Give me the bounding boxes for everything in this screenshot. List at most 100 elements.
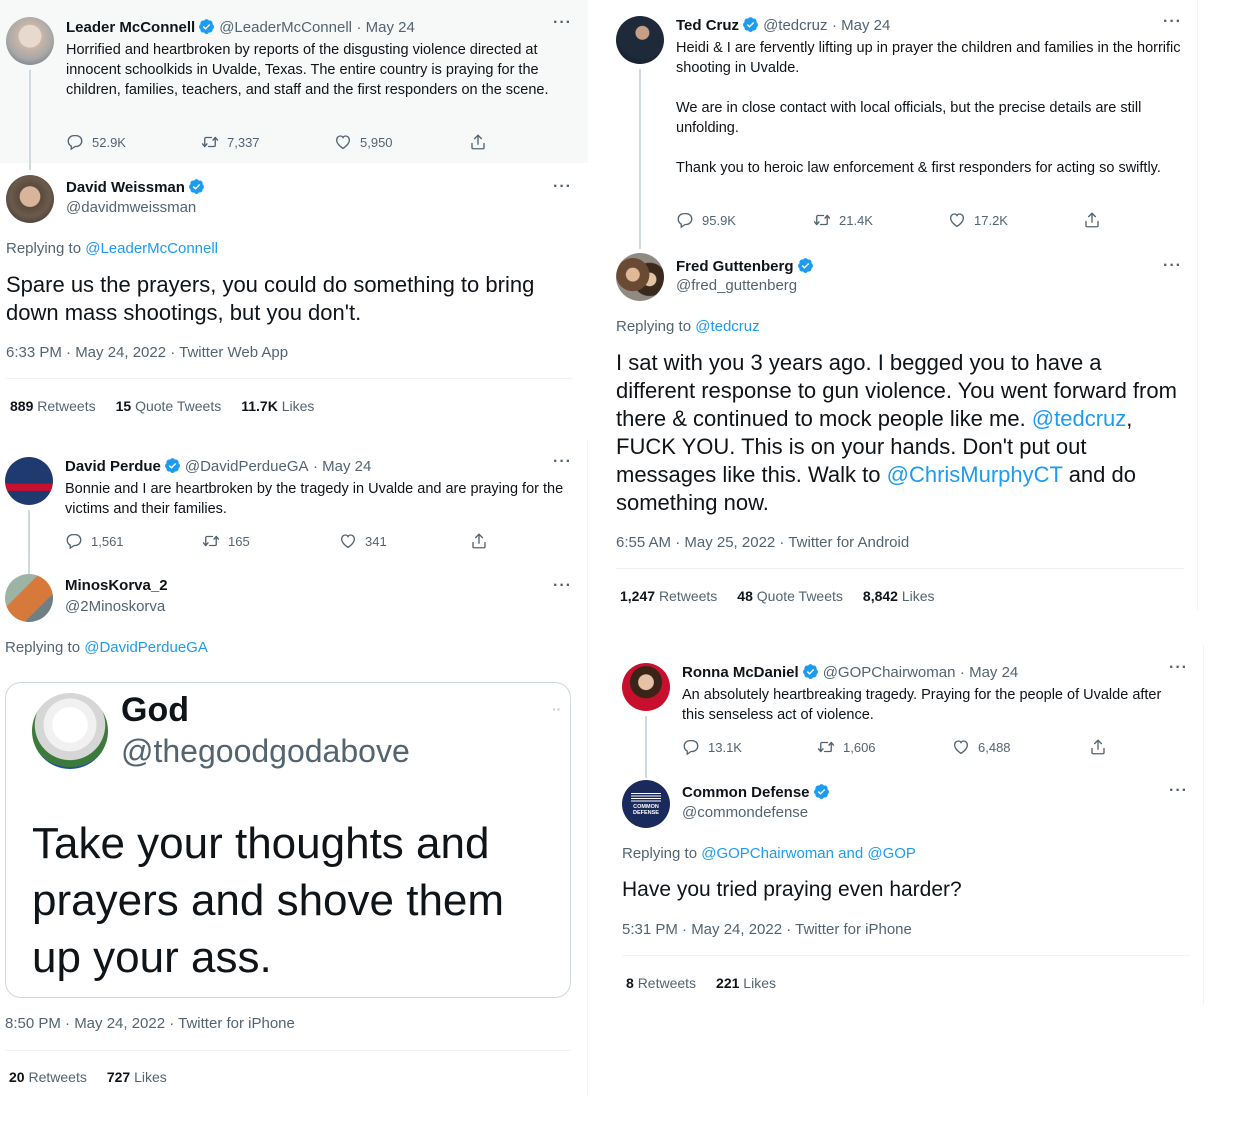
tweet-paragraph: Heidi & I are fervently lifting up in pr… (676, 40, 1181, 76)
tweet-date[interactable]: · May 24 (313, 458, 371, 475)
author-name[interactable]: Ronna McDaniel (682, 664, 799, 681)
avatar-ronna-mcdaniel[interactable] (622, 663, 670, 711)
like-icon (339, 532, 357, 550)
likes-stat[interactable]: 11.7K Likes (241, 398, 314, 414)
mention-link[interactable]: @ChrisMurphyCT (887, 462, 1063, 487)
thread-connector-line (29, 70, 31, 170)
likes-stat[interactable]: 8,842 Likes (863, 588, 935, 604)
retweet-button[interactable]: 1,606 (817, 738, 952, 756)
retweet-count: 21.4K (839, 212, 873, 228)
author-handle[interactable]: @davidmweissman (66, 199, 196, 216)
like-button[interactable]: 341 (339, 532, 470, 550)
share-button[interactable] (469, 133, 487, 151)
author-handle[interactable]: @GOPChairwoman (823, 664, 956, 681)
reply-button[interactable]: 1,561 (65, 532, 202, 550)
tweet-date[interactable]: · May 24 (356, 19, 414, 36)
author-name[interactable]: David Perdue (65, 458, 161, 475)
tweet-timestamp[interactable]: 5:31 PM · May 24, 2022 · Twitter for iPh… (622, 921, 912, 938)
more-options-icon[interactable]: ··· (1163, 13, 1182, 31)
author-name[interactable]: MinosKorva_2 (65, 577, 168, 594)
tweet-text: Horrified and heartbroken by reports of … (66, 42, 549, 98)
tweet-panel-mcconnell: Leader McConnell @LeaderMcConnell · May 2… (0, 0, 588, 430)
replying-to-link[interactable]: @GOPChairwoman and @GOP (701, 845, 916, 862)
more-options-icon[interactable]: ··· (553, 14, 572, 32)
replying-label: Replying to (616, 318, 692, 335)
tweet-panel-cruz: Ted Cruz @tedcruz · May 24 ··· Heidi & I … (600, 0, 1198, 610)
avatar-david-weissman[interactable] (6, 175, 54, 223)
quote-tweets-stat[interactable]: 48 Quote Tweets (737, 588, 843, 604)
author-name[interactable]: Leader McConnell (66, 19, 195, 36)
embed-author-handle: @thegoodgodabove (121, 733, 410, 769)
like-button[interactable]: 6,488 (952, 738, 1089, 756)
reply-button[interactable]: 52.9K (66, 133, 201, 151)
author-name[interactable]: Fred Guttenberg (676, 258, 794, 275)
verified-badge-icon (742, 16, 759, 33)
more-options-icon[interactable]: ··· (1169, 782, 1188, 800)
retweet-button[interactable]: 165 (202, 532, 339, 550)
retweets-stat[interactable]: 20 Retweets (9, 1069, 87, 1085)
avatar-david-perdue[interactable] (5, 457, 53, 505)
verified-badge-icon (188, 178, 205, 195)
quote-tweets-stat[interactable]: 15 Quote Tweets (116, 398, 222, 414)
author-name[interactable]: David Weissman (66, 179, 185, 196)
mention-link[interactable]: @tedcruz (1032, 406, 1126, 431)
reply-count: 95.9K (702, 212, 736, 228)
verified-badge-icon (198, 18, 215, 35)
replying-to-link[interactable]: @DavidPerdueGA (84, 639, 208, 656)
avatar-minoskorva[interactable] (5, 574, 53, 622)
more-options-icon[interactable]: ··· (553, 453, 572, 471)
tweet-date[interactable]: · May 24 (832, 17, 890, 34)
thread-connector-line (645, 716, 647, 778)
tweet-timestamp[interactable]: 6:33 PM · May 24, 2022 · Twitter Web App (6, 344, 288, 361)
avatar-fred-guttenberg[interactable] (616, 253, 664, 301)
share-button[interactable] (1083, 211, 1101, 229)
replying-to-link[interactable]: @tedcruz (695, 318, 759, 335)
likes-stat[interactable]: 221 Likes (716, 975, 776, 991)
god-avatar (32, 693, 108, 769)
more-options-icon[interactable]: ··· (553, 178, 572, 196)
author-handle[interactable]: @LeaderMcConnell (219, 19, 352, 36)
replying-label: Replying to (6, 240, 82, 257)
retweets-stat[interactable]: 1,247 Retweets (620, 588, 717, 604)
replying-to-link[interactable]: @LeaderMcConnell (85, 240, 218, 257)
author-handle[interactable]: @commondefense (682, 804, 808, 821)
embed-author-name: God (121, 691, 189, 729)
replying-to: Replying to @tedcruz (616, 318, 760, 335)
retweet-icon (817, 738, 835, 756)
author-name[interactable]: Ted Cruz (676, 17, 739, 34)
likes-stat[interactable]: 727 Likes (107, 1069, 167, 1085)
tweet-timestamp[interactable]: 6:55 AM · May 25, 2022 · Twitter for And… (616, 534, 909, 551)
engagement-stats: 20 Retweets 727 Likes (9, 1069, 167, 1085)
retweet-button[interactable]: 7,337 (201, 133, 334, 151)
avatar-ted-cruz[interactable] (616, 16, 664, 64)
tweet-date[interactable]: · May 24 (960, 664, 1018, 681)
retweet-button[interactable]: 21.4K (813, 211, 948, 229)
tweet-timestamp[interactable]: 8:50 PM · May 24, 2022 · Twitter for iPh… (5, 1015, 295, 1032)
flag-stripes (631, 792, 661, 802)
author-handle[interactable]: @fred_guttenberg (676, 277, 797, 294)
like-count: 341 (365, 533, 387, 549)
replying-to: Replying to @DavidPerdueGA (5, 639, 208, 656)
reply-button[interactable]: 95.9K (676, 211, 813, 229)
more-options-icon[interactable]: ··· (553, 577, 572, 595)
retweets-stat[interactable]: 8 Retweets (626, 975, 696, 991)
more-options-icon[interactable]: ··· (1163, 257, 1182, 275)
like-button[interactable]: 5,950 (334, 133, 469, 151)
author-handle[interactable]: @tedcruz (763, 17, 827, 34)
author-handle[interactable]: @2Minoskorva (65, 598, 165, 615)
tweet-header: Leader McConnell @LeaderMcConnell · May 2… (66, 18, 415, 37)
divider (616, 568, 1184, 569)
reply-icon (65, 532, 83, 550)
attached-image[interactable]: God @thegoodgodabove ·· Take your though… (5, 682, 571, 998)
like-button[interactable]: 17.2K (948, 211, 1083, 229)
like-icon (334, 133, 352, 151)
retweets-stat[interactable]: 889 Retweets (10, 398, 96, 414)
author-name[interactable]: Common Defense (682, 784, 810, 801)
avatar-common-defense[interactable]: COMMON DEFENSE (622, 780, 670, 828)
avatar-leader-mcconnell[interactable] (6, 17, 54, 65)
more-options-icon[interactable]: ··· (1169, 659, 1188, 677)
author-handle[interactable]: @DavidPerdueGA (185, 458, 309, 475)
share-button[interactable] (470, 532, 488, 550)
reply-button[interactable]: 13.1K (682, 738, 817, 756)
share-button[interactable] (1089, 738, 1107, 756)
